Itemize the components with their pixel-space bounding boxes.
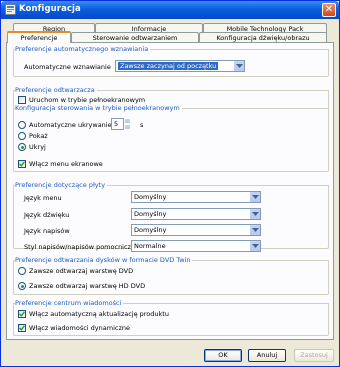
auto-resume-value: Zawsze zaczynaj od początku — [118, 62, 219, 70]
fullscreen-config-title: Konfiguracja sterowania w trybie pełnoek… — [15, 104, 182, 112]
subtitle-language-value: Domyślny — [134, 226, 167, 234]
tab-preferences[interactable]: Preferencje — [7, 31, 71, 43]
tab-label: Preferencje — [20, 34, 58, 42]
cancel-button[interactable]: Anuluj — [248, 349, 286, 362]
auto-resume-select[interactable]: Zawsze zaczynaj od początku — [115, 60, 245, 72]
auto-hide-input[interactable]: 5 — [111, 118, 124, 130]
spin-down-icon[interactable] — [124, 124, 131, 130]
auto-hide-label: Automatyczne ukrywanie — [29, 121, 112, 129]
show-radio[interactable] — [18, 132, 26, 140]
subtitle-language-label: Język napisów — [24, 227, 70, 235]
dvd-layer-radio[interactable] — [18, 267, 26, 275]
chevron-down-icon[interactable] — [249, 192, 260, 202]
show-label: Pokaż — [29, 132, 48, 140]
checkmark-icon — [19, 325, 25, 331]
checkmark-icon — [19, 311, 25, 317]
app-icon — [5, 4, 16, 15]
radio-selected-dot — [20, 145, 24, 149]
close-icon: ✕ — [324, 4, 334, 15]
apply-button[interactable]: Zastosuj — [294, 349, 334, 362]
menu-language-label: Język menu — [24, 194, 62, 202]
chevron-down-icon[interactable] — [233, 61, 244, 71]
fullscreen-checkbox[interactable] — [18, 96, 26, 104]
subtitle-language-select[interactable]: Domyślny — [131, 224, 261, 236]
hddvd-layer-label: Zawsze odtwarzaj warstwę HD DVD — [29, 282, 146, 290]
onscreen-menu-label: Włącz menu ekranowe — [29, 160, 103, 168]
hddvd-layer-radio[interactable] — [18, 282, 26, 290]
audio-language-value: Domyślny — [134, 210, 167, 218]
menu-language-select[interactable]: Domyślny — [131, 191, 261, 203]
auto-hide-value: 5 — [114, 120, 119, 128]
dynamic-messages-checkbox[interactable] — [18, 324, 26, 332]
hide-radio[interactable] — [18, 143, 26, 151]
audio-language-select[interactable]: Domyślny — [131, 208, 261, 220]
subtitle-style-label: Styl napisów/napisów pomocniczych — [24, 243, 143, 251]
ok-label: OK — [218, 351, 228, 359]
chevron-down-icon[interactable] — [249, 225, 260, 235]
subtitle-style-select[interactable]: Normalne — [131, 240, 261, 252]
dvd-layer-label: Zawsze odtwarzaj warstwę DVD — [29, 267, 134, 275]
radio-selected-dot — [20, 284, 24, 288]
apply-label: Zastosuj — [300, 351, 328, 359]
auto-hide-radio[interactable] — [18, 121, 26, 129]
close-button[interactable]: ✕ — [322, 3, 336, 17]
audio-language-label: Język dźwięku — [24, 211, 70, 219]
checkmark-icon — [19, 161, 25, 167]
ok-button[interactable]: OK — [204, 349, 242, 362]
fullscreen-label: Uruchom w trybie pełnoekranowym — [29, 96, 146, 104]
auto-resume-label: Automatyczne wznawianie — [24, 63, 111, 71]
menu-language-value: Domyślny — [134, 193, 167, 201]
seconds-unit: s — [140, 121, 144, 129]
title-bar[interactable]: Konfiguracja ✕ — [1, 1, 339, 19]
chevron-down-icon[interactable] — [249, 209, 260, 219]
auto-update-label: Włącz automatyczną aktualizację produktu — [29, 310, 169, 318]
subtitle-style-value: Normalne — [134, 242, 166, 250]
chevron-down-icon[interactable] — [249, 241, 260, 251]
hide-label: Ukryj — [29, 143, 46, 151]
tab-label: Konfiguracja dźwięku/obrazu — [216, 34, 310, 42]
auto-update-checkbox[interactable] — [18, 310, 26, 318]
tab-label: Sterowanie odtwarzaniem — [92, 34, 178, 42]
cancel-label: Anuluj — [256, 351, 278, 359]
dynamic-messages-label: Włącz wiadomości dynamiczne — [29, 324, 130, 332]
window-title: Konfiguracja — [19, 4, 81, 14]
auto-hide-spinner[interactable] — [124, 118, 131, 130]
onscreen-menu-checkbox[interactable] — [18, 160, 26, 168]
config-dialog: Konfiguracja ✕ Region Informacje Mobile … — [0, 0, 340, 367]
